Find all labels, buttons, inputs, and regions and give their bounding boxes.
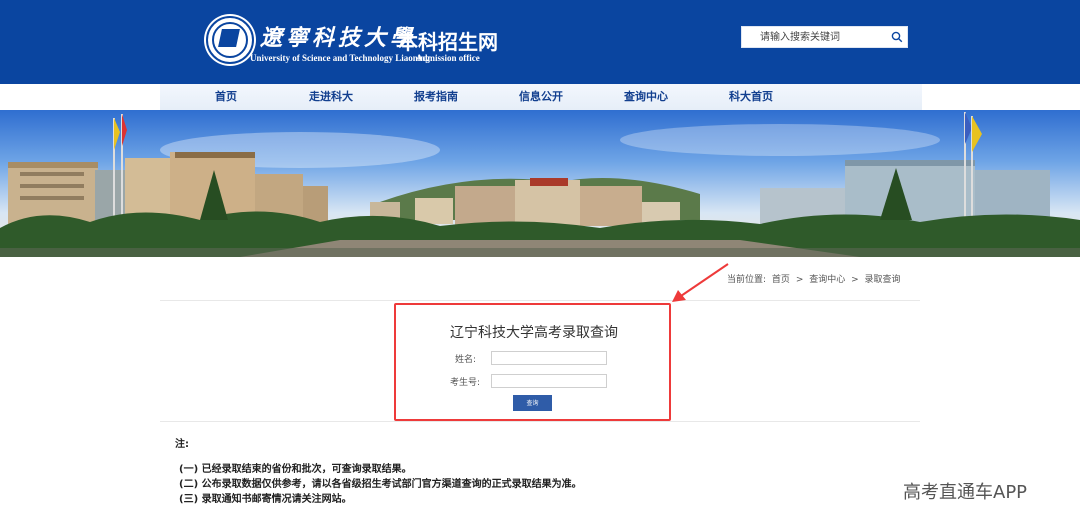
nav-item-info[interactable]: 信息公开	[505, 84, 577, 110]
breadcrumb-home[interactable]: 首页	[772, 275, 790, 285]
candidate-id-field[interactable]	[491, 374, 607, 388]
search-icon[interactable]	[891, 31, 903, 43]
nav-item-about[interactable]: 走进科大	[295, 84, 367, 110]
content-divider-bottom	[160, 421, 920, 422]
note-item: (二) 公布录取数据仅供参考，请以各省级招生考试部门官方渠道查询的正式录取结果为…	[179, 479, 582, 490]
campus-banner	[0, 110, 1080, 257]
main-nav: 首页 走进科大 报考指南 信息公开 查询中心 科大首页	[160, 84, 922, 110]
breadcrumb-query-center[interactable]: 查询中心	[809, 275, 845, 285]
nav-item-guide[interactable]: 报考指南	[400, 84, 472, 110]
query-form-title: 辽宁科技大学高考录取查询	[450, 325, 618, 341]
search-box	[741, 26, 908, 48]
university-seal-logo[interactable]	[206, 16, 254, 64]
breadcrumb: 当前位置: 首页 > 查询中心 > 录取查询	[727, 272, 904, 285]
annotation-arrow-icon	[672, 263, 729, 302]
site-header: 遼寧科技大學 University of Science and Technol…	[0, 0, 1080, 84]
query-button[interactable]: 查询	[513, 395, 552, 411]
note-item: (三) 录取通知书邮寄情况请关注网站。	[179, 494, 352, 505]
breadcrumb-prefix: 当前位置:	[727, 275, 767, 285]
breadcrumb-separator: >	[851, 275, 859, 285]
university-name-cn[interactable]: 遼寧科技大學	[260, 20, 416, 52]
campus-panorama-image	[0, 112, 1080, 257]
nav-item-home[interactable]: 首页	[190, 84, 262, 110]
breadcrumb-current: 录取查询	[864, 275, 901, 285]
breadcrumb-separator: >	[795, 275, 804, 285]
nav-item-query-center[interactable]: 查询中心	[610, 84, 682, 110]
nav-item-university-home[interactable]: 科大首页	[715, 84, 787, 110]
note-item: (一) 已经录取结束的省份和批次，可查询录取结果。	[179, 464, 412, 475]
site-name-en: Admission office	[416, 53, 480, 63]
content-divider-top	[160, 300, 920, 301]
candidate-id-label: 考生号:	[449, 378, 480, 388]
site-name-cn[interactable]: 本科招生网	[398, 26, 498, 55]
name-label: 姓名:	[454, 355, 476, 365]
search-input[interactable]	[742, 27, 900, 47]
name-field[interactable]	[491, 351, 607, 365]
watermark-text: 高考直通车APP	[903, 482, 1028, 503]
seal-emblem	[218, 29, 240, 47]
notes-heading: 注:	[175, 439, 189, 450]
